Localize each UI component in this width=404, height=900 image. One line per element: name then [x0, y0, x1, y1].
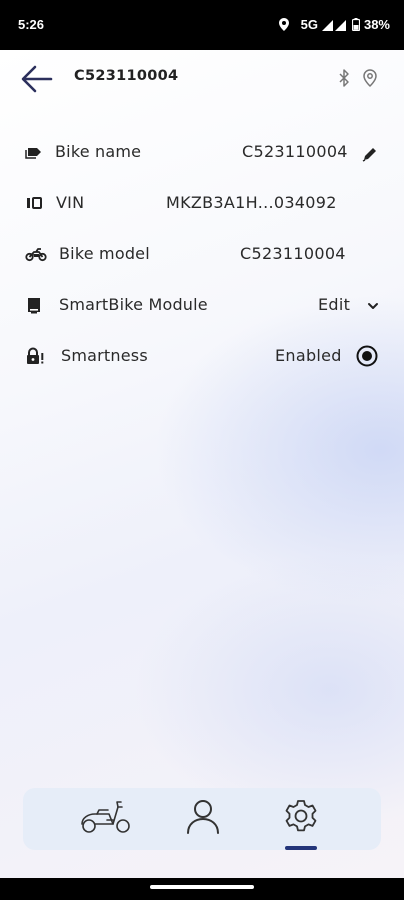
vin-row: VIN MKZB3A1H...034092: [0, 183, 404, 223]
module-dropdown-toggle[interactable]: [366, 298, 380, 317]
nav-settings[interactable]: [283, 796, 319, 840]
gear-icon: [285, 800, 317, 832]
module-icon: [28, 298, 40, 314]
bluetooth-button[interactable]: [334, 68, 354, 88]
active-tab-indicator: [285, 846, 317, 850]
bike-name-value: C523110004: [242, 142, 348, 161]
smartbike-module-row[interactable]: SmartBike Module Edit: [0, 285, 404, 325]
signal-icon: [321, 19, 346, 31]
nav-vehicle[interactable]: [79, 796, 133, 840]
scooter-icon: [81, 801, 130, 833]
location-status-icon: [278, 18, 289, 31]
bike-settings-screen: C523110004 Bike name C523110004 VIN MKZB…: [0, 50, 404, 878]
edit-bike-name-button[interactable]: [361, 145, 379, 167]
location-pin-icon: [363, 69, 377, 88]
network-label: 5G: [300, 17, 318, 32]
lock-alert-icon: [27, 347, 44, 364]
tag-icon: [25, 148, 41, 159]
location-button[interactable]: [360, 68, 380, 88]
back-button[interactable]: [20, 64, 54, 94]
vin-label: VIN: [56, 193, 85, 212]
battery-percent: 38%: [363, 17, 390, 32]
status-icons: 5G 38%: [278, 17, 390, 32]
chevron-down-icon: [368, 303, 378, 309]
arrow-left-icon: [21, 65, 53, 93]
smartness-toggle[interactable]: [356, 345, 378, 371]
bike-name-label: Bike name: [55, 142, 142, 161]
battery-icon: [351, 18, 360, 31]
status-bar: 5:26 5G 38%: [0, 0, 404, 50]
nav-profile[interactable]: [185, 796, 221, 840]
bike-name-row: Bike name C523110004: [0, 132, 404, 172]
id-card-icon: [27, 197, 42, 209]
smartness-label: Smartness: [61, 346, 148, 365]
bike-model-value: C523110004: [240, 244, 346, 263]
smartbike-module-value[interactable]: Edit: [318, 295, 350, 314]
home-indicator[interactable]: [150, 885, 254, 889]
person-icon: [187, 800, 219, 834]
pencil-icon: [362, 148, 376, 162]
smartness-value: Enabled: [275, 346, 342, 365]
radio-selected-icon: [356, 345, 378, 367]
smartness-row: Smartness Enabled: [0, 336, 404, 376]
navigation-gesture-area: [0, 878, 404, 900]
vin-value: MKZB3A1H...034092: [166, 193, 337, 212]
motorbike-icon: [25, 248, 47, 262]
bike-model-row: Bike model C523110004: [0, 234, 404, 274]
status-time: 5:26: [18, 17, 45, 32]
bluetooth-icon: [339, 69, 349, 87]
bike-model-label: Bike model: [59, 244, 150, 263]
smartbike-module-label: SmartBike Module: [59, 295, 208, 314]
bottom-nav: [23, 788, 381, 850]
page-title: C523110004: [74, 68, 179, 84]
app-header: C523110004: [0, 50, 404, 106]
